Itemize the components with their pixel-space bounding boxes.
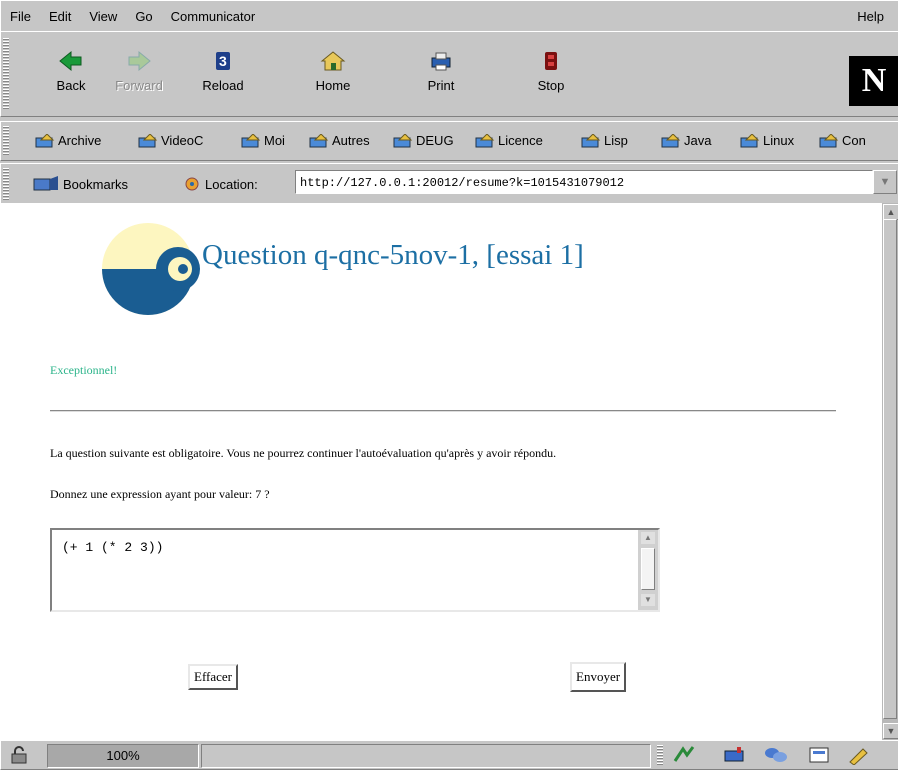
- menu-communicator[interactable]: Communicator: [162, 9, 265, 24]
- back-arrow-icon: [59, 50, 82, 72]
- feedback-text: Exceptionnel!: [50, 363, 118, 377]
- navigation-toolbar: Back Forward 3 Reload Home Print Stop N: [0, 31, 898, 117]
- submit-button[interactable]: Envoyer: [570, 662, 627, 692]
- menu-edit[interactable]: Edit: [40, 9, 80, 24]
- navigator-icon[interactable]: [673, 745, 695, 765]
- mailbox-icon[interactable]: [723, 745, 749, 765]
- bookmark-folder-licence[interactable]: Licence: [475, 133, 543, 148]
- page-title: Question q-qnc-5nov-1, [essai 1]: [202, 239, 584, 271]
- bookmark-folder-deug[interactable]: DEUG: [393, 133, 454, 148]
- question-prompt: Donnez une expression ayant pour valeur:…: [50, 487, 270, 501]
- back-label: Back: [56, 78, 86, 93]
- scroll-down-arrow-icon[interactable]: ▼: [883, 723, 898, 739]
- location-label-group: Location:: [183, 176, 258, 192]
- bookmark-folder-label: Java: [684, 133, 712, 148]
- bookmark-folder-con[interactable]: Con: [819, 133, 866, 148]
- toolbar-grip[interactable]: [3, 168, 9, 200]
- menu-bar: File Edit View Go Communicator Help: [0, 0, 898, 32]
- home-label: Home: [315, 78, 351, 93]
- folder-icon: [819, 133, 839, 147]
- menu-file[interactable]: File: [1, 9, 40, 24]
- horizontal-rule: [50, 410, 836, 412]
- logo-icon: [102, 223, 200, 315]
- reload-label: Reload: [202, 78, 244, 93]
- url-dropdown-arrow-icon[interactable]: ▼: [873, 170, 897, 194]
- edit-pen-icon[interactable]: [847, 745, 871, 765]
- home-button[interactable]: Home: [301, 44, 365, 112]
- netscape-logo[interactable]: N: [849, 56, 898, 106]
- page-content: Question q-qnc-5nov-1, [essai 1] Excepti…: [0, 203, 882, 740]
- back-button[interactable]: Back: [39, 44, 103, 112]
- bookmarks-button[interactable]: Bookmarks: [33, 176, 128, 192]
- page-vertical-scrollbar[interactable]: ▲ ▼: [882, 203, 898, 740]
- home-icon: [320, 51, 346, 71]
- component-bar-grip[interactable]: [657, 745, 663, 765]
- reload-icon: 3: [216, 52, 230, 70]
- discussion-groups-icon[interactable]: [763, 745, 789, 765]
- security-lock-icon[interactable]: [9, 746, 33, 764]
- bookmark-folder-autres[interactable]: Autres: [309, 133, 370, 148]
- stop-label: Stop: [537, 78, 565, 93]
- folder-icon: [309, 133, 329, 147]
- bookmark-folder-label: Licence: [498, 133, 543, 148]
- printer-icon: [431, 52, 451, 71]
- bookmark-folder-label: Moi: [264, 133, 285, 148]
- scroll-up-arrow-icon[interactable]: ▲: [883, 204, 898, 220]
- bookmark-folder-linux[interactable]: Linux: [740, 133, 794, 148]
- forward-label: Forward: [115, 78, 163, 93]
- personal-toolbar: Archive VideoC Moi Autres DEUG Licence Lisp Jav…: [0, 121, 898, 161]
- folder-icon: [740, 133, 760, 147]
- location-toolbar: Bookmarks Location: http://127.0.0.1:200…: [0, 163, 898, 205]
- bookmark-folder-videoc[interactable]: VideoC: [138, 133, 203, 148]
- zoom-level: 100%: [47, 744, 199, 768]
- forward-button[interactable]: Forward: [107, 44, 171, 112]
- bookmark-folder-label: Archive: [58, 133, 102, 148]
- toolbar-grip[interactable]: [3, 126, 9, 156]
- location-url-input[interactable]: http://127.0.0.1:20012/resume?k=10154310…: [295, 170, 873, 194]
- bookmark-folder-label: Linux: [763, 133, 795, 148]
- scroll-thumb[interactable]: [641, 548, 655, 590]
- bookmark-folder-label: VideoC: [161, 133, 204, 148]
- bookmark-folder-moi[interactable]: Moi: [241, 133, 285, 148]
- menu-view[interactable]: View: [80, 9, 126, 24]
- status-bar: 100%: [0, 740, 898, 770]
- location-label: Location:: [205, 176, 258, 192]
- bookmark-folder-lisp[interactable]: Lisp: [581, 133, 628, 148]
- answer-textarea[interactable]: [52, 530, 640, 610]
- folder-icon: [475, 133, 495, 147]
- scroll-thumb[interactable]: [883, 219, 897, 719]
- toolbar-grip[interactable]: [3, 38, 9, 110]
- menu-help[interactable]: Help: [848, 9, 893, 24]
- scroll-up-arrow-icon[interactable]: ▲: [641, 532, 655, 544]
- folder-icon: [393, 133, 413, 147]
- bookmark-folder-label: Autres: [332, 133, 370, 148]
- bookmark-folder-label: Lisp: [604, 133, 628, 148]
- status-message: [201, 744, 651, 768]
- bookmark-folder-java[interactable]: Java: [661, 133, 711, 148]
- page-proxy-icon[interactable]: [183, 176, 201, 192]
- print-button[interactable]: Print: [409, 44, 473, 112]
- bookmark-folder-label: DEUG: [416, 133, 454, 148]
- folder-icon: [241, 133, 261, 147]
- menu-go[interactable]: Go: [126, 9, 161, 24]
- stop-button[interactable]: Stop: [519, 44, 583, 112]
- bookmarks-icon: [33, 176, 58, 191]
- scroll-down-arrow-icon[interactable]: ▼: [641, 594, 655, 606]
- folder-icon: [661, 133, 681, 147]
- bookmark-folder-archive[interactable]: Archive: [35, 133, 101, 148]
- instruction-text: La question suivante est obligatoire. Vo…: [50, 446, 557, 460]
- folder-icon: [35, 133, 55, 147]
- answer-scrollbar[interactable]: ▲ ▼: [638, 530, 658, 610]
- composer-icon[interactable]: [807, 745, 831, 765]
- stop-icon: [545, 52, 557, 70]
- forward-arrow-icon: [128, 50, 151, 72]
- bookmarks-label: Bookmarks: [63, 176, 129, 192]
- bookmark-folder-label: Con: [842, 133, 866, 148]
- folder-icon: [138, 133, 158, 147]
- svg-text:3: 3: [219, 53, 227, 69]
- clear-button[interactable]: Effacer: [188, 664, 239, 690]
- print-label: Print: [427, 78, 455, 93]
- folder-icon: [581, 133, 601, 147]
- reload-button[interactable]: 3 Reload: [191, 44, 255, 112]
